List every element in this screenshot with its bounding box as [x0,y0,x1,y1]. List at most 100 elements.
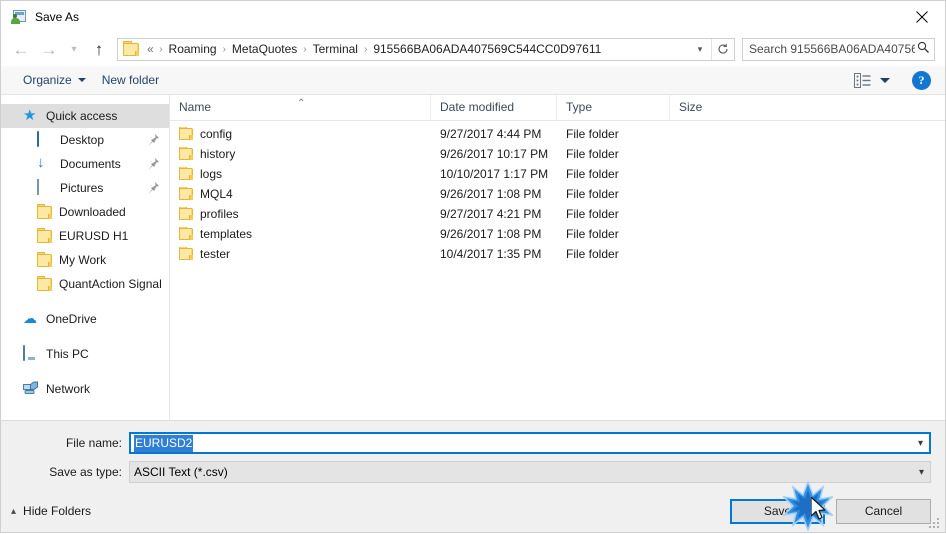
table-row[interactable]: tester 10/4/2017 1:35 PM File folder [170,244,945,264]
column-header-date-label: Date modified [440,100,515,114]
folder-icon [37,204,52,219]
file-name-cell: MQL4 [170,187,431,201]
network-icon [23,381,39,397]
save-as-type-dropdown-button[interactable]: ▾ [913,467,930,478]
file-type-cell: File folder [566,127,619,141]
sidebar-item-downloaded[interactable]: Downloaded [1,200,169,224]
save-button[interactable]: Save [730,498,825,524]
sidebar-item-documents[interactable]: ↓ Documents [1,152,169,176]
sidebar-item-quantaction-signal[interactable]: QuantAction Signal [1,272,169,296]
sidebar-item-my-work[interactable]: My Work [1,248,169,272]
folder-icon [37,276,52,291]
close-button[interactable] [899,1,945,32]
breadcrumb-separator-icon: › [159,43,163,55]
table-row[interactable]: MQL4 9/26/2017 1:08 PM File folder [170,184,945,204]
save-as-type-select[interactable]: ASCII Text (*.csv) ▾ [129,461,931,483]
file-name-label: MQL4 [200,187,233,201]
folder-icon [37,228,52,243]
folder-icon [179,127,193,140]
hide-folders-label: Hide Folders [23,504,92,518]
sidebar-item-pictures[interactable]: Pictures [1,176,169,200]
breadcrumb-item-roaming[interactable]: Roaming [166,40,220,58]
up-button[interactable]: ↑ [85,36,113,62]
sort-ascending-icon: ⌃ [297,98,306,109]
table-row[interactable]: config 9/27/2017 4:44 PM File folder [170,124,945,144]
search-input[interactable]: Search 915566BA06ADA40756... [749,42,915,56]
breadcrumb-overflow[interactable]: « [144,40,156,58]
file-name-input[interactable]: EURUSD2 ▾ [129,432,931,454]
table-row[interactable]: profiles 9/27/2017 4:21 PM File folder [170,204,945,224]
star-icon: ★ [23,107,37,124]
folder-icon [179,247,193,260]
breadcrumb-separator-icon: › [303,43,307,55]
file-name-cell: tester [170,247,431,261]
table-row[interactable]: history 9/26/2017 10:17 PM File folder [170,144,945,164]
file-name-label: history [200,147,236,161]
refresh-button[interactable] [711,38,734,60]
sidebar-item-quick-access[interactable]: ★ Quick access [1,104,169,128]
file-rows: config 9/27/2017 4:44 PM File folder his… [170,121,945,420]
help-button[interactable]: ? [912,70,931,90]
sidebar-item-label: Network [46,382,91,396]
pin-icon [148,158,159,170]
column-header-size[interactable]: Size [670,95,751,120]
dialog-footer: ▴ Hide Folders Save Cancel [1,490,945,532]
sidebar-item-this-pc[interactable]: This PC [1,342,169,366]
address-bar[interactable]: « › Roaming › MetaQuotes › Terminal › 91… [117,37,735,61]
forward-button[interactable]: → [35,36,63,62]
desktop-icon [37,131,53,148]
chevron-down-icon: ▾ [71,43,77,55]
breadcrumb-item-metaquotes[interactable]: MetaQuotes [229,40,300,58]
organize-button[interactable]: Organize [15,70,94,90]
table-row[interactable]: logs 10/10/2017 1:17 PM File folder [170,164,945,184]
pictures-icon [37,179,53,196]
save-button-label: Save [763,504,792,518]
file-type-cell: File folder [566,247,619,261]
column-header-size-label: Size [679,100,703,114]
recent-locations-button[interactable]: ▾ [63,36,85,62]
back-button[interactable]: ← [7,36,35,62]
new-folder-button[interactable]: New folder [94,70,167,90]
breadcrumb-item-terminal[interactable]: Terminal [310,40,361,58]
file-type-cell: File folder [566,227,619,241]
column-header-date-modified[interactable]: Date modified [431,95,557,120]
resize-grip[interactable] [929,516,941,528]
chevron-down-icon [77,78,86,82]
sidebar-item-network[interactable]: Network [1,377,169,401]
file-name-cell: profiles [170,207,431,221]
sidebar-item-label: My Work [59,253,107,267]
column-header-type[interactable]: Type [557,95,670,120]
hide-folders-button[interactable]: ▴ Hide Folders [11,504,91,518]
view-mode-button[interactable] [846,72,898,88]
file-name-label: config [200,127,233,141]
save-as-dialog: Save As ← → ▾ ↑ « › Roaming › MetaQuotes… [0,0,946,533]
search-box[interactable]: Search 915566BA06ADA40756... [742,37,935,61]
up-arrow-icon: ↑ [94,39,104,59]
table-row[interactable]: templates 9/26/2017 1:08 PM File folder [170,224,945,244]
file-date-cell: 9/26/2017 1:08 PM [440,227,542,241]
chevron-down-icon: ▾ [918,466,925,478]
address-dropdown-button[interactable]: ▾ [689,39,711,60]
cancel-button[interactable]: Cancel [836,498,931,524]
sidebar-item-desktop[interactable]: Desktop [1,128,169,152]
breadcrumb-separator-icon: › [222,43,226,55]
file-name-row: File name: EURUSD2 ▾ [1,432,945,454]
pin-icon [148,134,159,146]
back-arrow-icon: ← [12,39,30,59]
file-name-value[interactable]: EURUSD2 [134,434,194,452]
file-name-cell: logs [170,167,431,181]
folder-icon [179,147,193,160]
sidebar-item-label: Documents [60,157,121,171]
search-icon [917,41,930,57]
column-header-name[interactable]: Name ⌃ [170,95,431,120]
file-name-dropdown-button[interactable]: ▾ [912,438,929,449]
breadcrumb-item-terminal-id[interactable]: 915566BA06ADA407569C544CC0D97611 [370,40,604,58]
save-as-type-row: Save as type: ASCII Text (*.csv) ▾ [1,461,945,483]
sidebar-item-onedrive[interactable]: ☁ OneDrive [1,307,169,331]
sidebar-item-eurusd-h1[interactable]: EURUSD H1 [1,224,169,248]
onedrive-icon: ☁ [23,310,37,326]
save-form: File name: EURUSD2 ▾ Save as type: ASCII… [1,420,945,490]
navigation-pane: ★ Quick access Desktop ↓ Documents Pictu… [1,95,170,420]
